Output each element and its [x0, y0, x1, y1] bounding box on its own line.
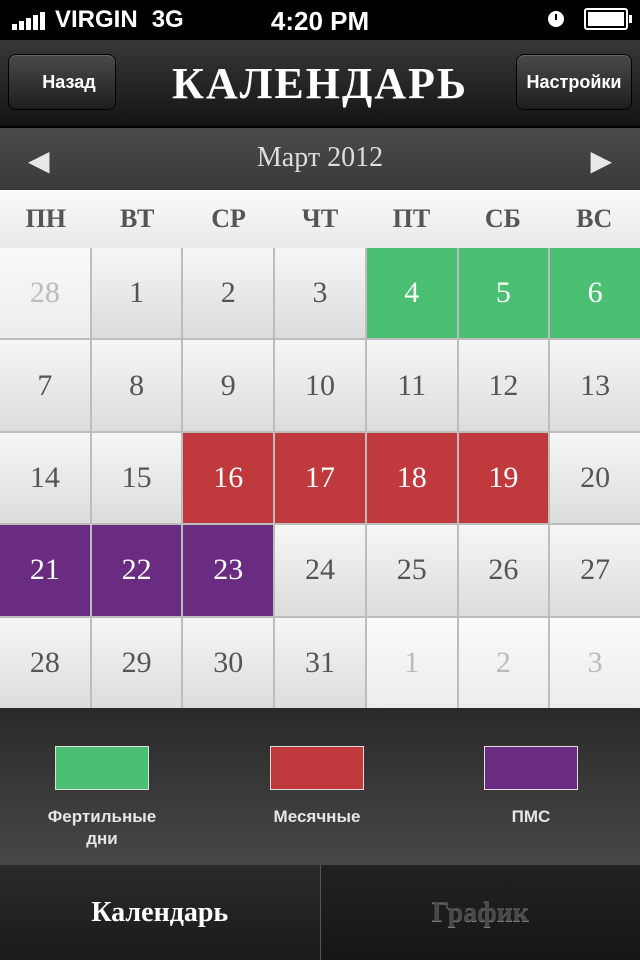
calendar-day[interactable]: 5	[458, 248, 549, 339]
fertile-swatch	[55, 746, 149, 790]
legend-label-fertile: Фертильные дни	[47, 807, 157, 848]
calendar-day[interactable]: 3	[275, 248, 365, 339]
calendar-day[interactable]: 12	[458, 340, 549, 431]
calendar-day[interactable]: 4	[366, 248, 457, 339]
legend-item-period: Месячные	[217, 746, 417, 828]
weekday-label: ПТ	[392, 204, 431, 233]
calendar-day[interactable]: 19	[458, 432, 549, 524]
legend-item-fertile: Фертильные дни	[2, 746, 202, 850]
settings-button[interactable]: Настройки	[516, 54, 632, 110]
weekday-label: СР	[211, 204, 246, 233]
calendar-day[interactable]: 9	[183, 340, 274, 431]
period-swatch	[270, 746, 364, 790]
tab-bar: Календарь График	[0, 865, 640, 960]
calendar-day[interactable]: 1	[366, 617, 457, 708]
calendar-day[interactable]: 10	[275, 340, 365, 431]
weekday-label: СБ	[484, 204, 521, 233]
calendar-day[interactable]: 2	[458, 617, 549, 708]
month-title: Март 2012	[256, 142, 384, 173]
status-bar: VIRGIN 3G 4:20 PM	[0, 0, 640, 40]
legend-item-pms: ПМС	[431, 746, 631, 828]
weekday-label: ВС	[576, 204, 613, 233]
weekday-label: ЧТ	[301, 204, 339, 233]
calendar-day[interactable]: 18	[366, 432, 457, 524]
weekday-label: ПН	[25, 204, 66, 233]
calendar-day[interactable]: 6	[550, 248, 640, 339]
alarm-clock-icon	[548, 11, 564, 27]
calendar-day[interactable]: 17	[275, 432, 365, 524]
legend-label-pms: ПМС	[511, 807, 551, 826]
pms-swatch	[484, 746, 578, 790]
calendar-day[interactable]: 3	[550, 617, 640, 708]
calendar-day[interactable]: 28	[0, 617, 90, 708]
calendar-day[interactable]: 11	[366, 340, 457, 431]
calendar-day[interactable]: 21	[0, 525, 90, 616]
weekday-header: ПН ВТ СР ЧТ ПТ СБ ВС	[0, 190, 640, 248]
calendar-day[interactable]: 16	[183, 432, 274, 524]
calendar-day[interactable]: 25	[366, 525, 457, 616]
calendar-day[interactable]: 7	[0, 340, 90, 431]
battery-icon	[584, 8, 632, 30]
status-right	[548, 8, 632, 30]
calendar-day[interactable]: 14	[0, 432, 90, 524]
tab-chart[interactable]: График	[320, 865, 640, 960]
tab-calendar[interactable]: Календарь	[0, 865, 321, 960]
calendar-day[interactable]: 2	[183, 248, 274, 339]
calendar-day[interactable]: 22	[91, 525, 182, 616]
calendar-day[interactable]: 23	[183, 525, 274, 616]
nav-bar: Назад КАЛЕНДАРЬ Настройки	[0, 40, 640, 128]
calendar-day[interactable]: 8	[91, 340, 182, 431]
calendar-day[interactable]: 20	[550, 432, 640, 524]
calendar-day[interactable]: 24	[275, 525, 365, 616]
calendar-day[interactable]: 28	[0, 248, 90, 339]
calendar-day[interactable]: 27	[550, 525, 640, 616]
calendar-day[interactable]: 15	[91, 432, 182, 524]
month-bar: ◀ Март 2012 ▶	[0, 128, 640, 190]
calendar-day[interactable]: 30	[183, 617, 274, 708]
next-month-icon[interactable]: ▶	[590, 144, 612, 177]
legend-label-period: Месячные	[273, 807, 361, 826]
calendar-day[interactable]: 13	[550, 340, 640, 431]
calendar-grid: 28 1 2 3 4 5 6 7 8 9 10 11 12 13 14 15 16 17 18 19 20 21 22 23 2…	[0, 248, 640, 708]
status-time: 4:20 PM	[270, 6, 370, 36]
legend: Фертильные дни Месячные ПМС	[0, 708, 640, 865]
weekday-label: ВТ	[119, 204, 155, 233]
calendar-day[interactable]: 1	[91, 248, 182, 339]
calendar-day[interactable]: 29	[91, 617, 182, 708]
calendar-day[interactable]: 31	[275, 617, 365, 708]
calendar-day[interactable]: 26	[458, 525, 549, 616]
